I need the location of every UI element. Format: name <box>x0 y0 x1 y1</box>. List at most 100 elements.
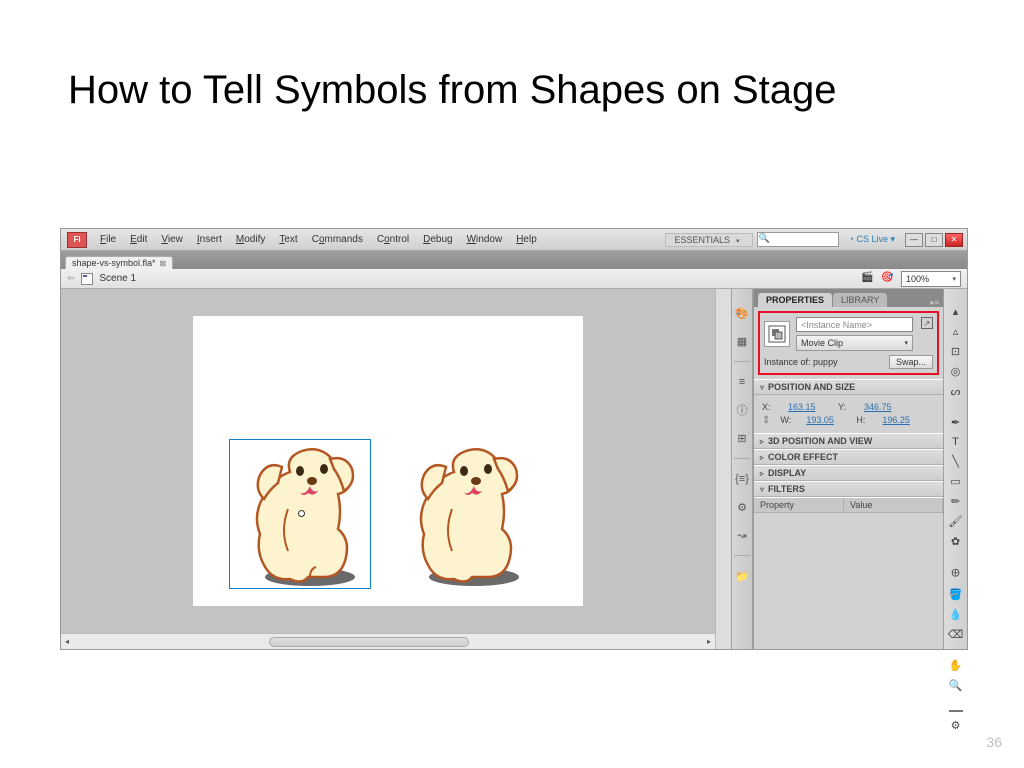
edit-symbols-icon[interactable]: 🎯 <box>881 272 895 286</box>
color-panel-icon[interactable]: 🎨 <box>734 305 750 321</box>
canvas[interactable] <box>193 316 583 606</box>
transform-origin-icon[interactable] <box>298 510 305 517</box>
deco-tool-icon[interactable]: ✿ <box>947 535 965 548</box>
puppy-shape[interactable] <box>393 439 535 589</box>
menu-file[interactable]: File <box>93 234 123 245</box>
text-tool-icon[interactable]: T <box>947 436 965 448</box>
menu-debug[interactable]: Debug <box>416 234 459 245</box>
close-tab-icon[interactable]: ⊠ <box>160 259 167 268</box>
stage-container <box>61 289 715 649</box>
search-input[interactable] <box>757 232 839 247</box>
tab-properties[interactable]: PROPERTIES <box>758 293 832 307</box>
menu-commands[interactable]: Commands <box>305 234 370 245</box>
section-display[interactable]: DISPLAY <box>754 465 943 481</box>
transform-panel-icon[interactable]: ⊞ <box>734 430 750 446</box>
hand-tool-icon[interactable]: ✋ <box>947 659 965 672</box>
cs-live-link[interactable]: ◔ CS Live ▾ <box>849 234 895 245</box>
symbol-type-dropdown[interactable]: Movie Clip <box>796 335 913 351</box>
menu-view[interactable]: View <box>154 234 190 245</box>
lock-aspect-icon[interactable]: ⇕ <box>762 415 770 426</box>
components-panel-icon[interactable]: ⚙ <box>734 499 750 515</box>
pencil-tool-icon[interactable]: ✏ <box>947 495 965 508</box>
eyedropper-tool-icon[interactable]: 💧 <box>947 608 965 621</box>
h-value[interactable]: 196.25 <box>882 415 926 426</box>
edit-symbol-icon[interactable]: ↗ <box>921 317 933 329</box>
back-arrow-icon[interactable]: ⇐ <box>67 273 75 284</box>
properties-panel: PROPERTIES LIBRARY ▸≡ <Instance Name> Mo… <box>753 289 943 649</box>
y-label: Y: <box>838 402 858 412</box>
info-panel-icon[interactable]: ⓘ <box>734 402 750 418</box>
options-icon[interactable]: ⚙ <box>947 719 965 732</box>
tools-panel: ▴ ▵ ⊡ ◎ ᔕ ✒ T ╲ ▭ ✏ 🖌 ✿ 𐀏 🪣 💧 ⌫ ✋ <box>943 289 967 649</box>
h-label: H: <box>856 415 876 426</box>
close-button[interactable]: ✕ <box>945 233 963 247</box>
section-color-effect[interactable]: COLOR EFFECT <box>754 449 943 465</box>
zoom-dropdown[interactable]: 100% <box>901 271 961 287</box>
stage-scrollbar-horizontal[interactable] <box>61 633 715 649</box>
brush-tool-icon[interactable]: 🖌 <box>947 515 965 528</box>
section-filters[interactable]: FILTERS <box>754 481 943 497</box>
pen-tool-icon[interactable]: ✒ <box>947 416 965 429</box>
scene-name[interactable]: Scene 1 <box>99 273 136 284</box>
menu-edit[interactable]: Edit <box>123 234 154 245</box>
free-transform-tool-icon[interactable]: ⊡ <box>947 345 965 358</box>
selection-tool-icon[interactable]: ▴ <box>947 305 965 318</box>
flash-app-window: Fl File Edit View Insert Modify Text Com… <box>60 228 968 650</box>
motion-presets-icon[interactable]: ↝ <box>734 527 750 543</box>
3d-rotation-tool-icon[interactable]: ◎ <box>947 365 965 378</box>
panel-tab-bar: PROPERTIES LIBRARY ▸≡ <box>754 289 943 307</box>
maximize-button[interactable]: □ <box>925 233 943 247</box>
bone-tool-icon[interactable]: 𐀏 <box>947 566 965 581</box>
menu-control[interactable]: Control <box>370 234 416 245</box>
scrollbar-thumb[interactable] <box>269 637 469 647</box>
zoom-tool-icon[interactable]: 🔍 <box>947 679 965 692</box>
menu-window[interactable]: Window <box>460 234 510 245</box>
tab-library[interactable]: LIBRARY <box>833 293 887 307</box>
swap-button[interactable]: Swap... <box>889 355 933 369</box>
x-value[interactable]: 163.15 <box>788 402 832 412</box>
filters-col-value: Value <box>844 498 943 512</box>
lasso-tool-icon[interactable]: ᔕ <box>947 385 965 398</box>
instance-info-highlight: <Instance Name> Movie Clip ↗ Instance of… <box>758 311 939 375</box>
edit-bar: ⇐ Scene 1 🎬 🎯 100% <box>61 269 967 289</box>
document-tab[interactable]: shape-vs-symbol.fla* ⊠ <box>65 256 173 269</box>
eraser-tool-icon[interactable]: ⌫ <box>947 628 965 641</box>
slide-title: How to Tell Symbols from Shapes on Stage <box>68 68 956 113</box>
y-value[interactable]: 346.75 <box>864 402 908 412</box>
menu-modify[interactable]: Modify <box>229 234 272 245</box>
fill-color-swatch[interactable] <box>949 710 963 712</box>
subselection-tool-icon[interactable]: ▵ <box>947 325 965 338</box>
swatches-panel-icon[interactable]: ▦ <box>734 333 750 349</box>
rectangle-tool-icon[interactable]: ▭ <box>947 475 965 488</box>
line-tool-icon[interactable]: ╲ <box>947 455 965 468</box>
stage[interactable] <box>61 289 715 633</box>
edit-scene-icon[interactable]: 🎬 <box>861 272 875 286</box>
minimize-button[interactable]: — <box>905 233 923 247</box>
menu-text[interactable]: Text <box>272 234 304 245</box>
w-value[interactable]: 193.05 <box>806 415 850 426</box>
position-size-body: X: 163.15 Y: 346.75 ⇕ W: 193.05 H: 196.2… <box>754 395 943 433</box>
selection-bounding-box <box>229 439 371 589</box>
filters-table-header: Property Value <box>754 497 943 513</box>
project-panel-icon[interactable]: 📁 <box>734 568 750 584</box>
code-snippets-icon[interactable]: {≡} <box>734 471 750 487</box>
movieclip-type-icon <box>764 321 790 347</box>
section-position-size[interactable]: POSITION AND SIZE <box>754 379 943 395</box>
paint-bucket-tool-icon[interactable]: 🪣 <box>947 588 965 601</box>
scene-icon <box>81 273 93 285</box>
instance-of-label: Instance of: puppy <box>764 357 838 367</box>
filters-col-property: Property <box>754 498 844 512</box>
document-tab-bar: shape-vs-symbol.fla* ⊠ <box>61 251 967 269</box>
instance-name-input[interactable]: <Instance Name> <box>796 317 913 332</box>
menu-help[interactable]: Help <box>509 234 544 245</box>
align-panel-icon[interactable]: ≡ <box>734 374 750 390</box>
panel-options-icon[interactable]: ▸≡ <box>926 298 943 307</box>
menu-insert[interactable]: Insert <box>190 234 229 245</box>
app-icon[interactable]: Fl <box>67 232 87 248</box>
workspace-switcher[interactable]: ESSENTIALS <box>665 233 752 247</box>
menu-bar: Fl File Edit View Insert Modify Text Com… <box>61 229 967 251</box>
document-tab-label: shape-vs-symbol.fla* <box>72 258 156 268</box>
section-3d-position[interactable]: 3D POSITION AND VIEW <box>754 433 943 449</box>
collapsed-panel-dock: 🎨 ▦ ≡ ⓘ ⊞ {≡} ⚙ ↝ 📁 <box>731 289 753 649</box>
stage-scrollbar-vertical[interactable] <box>715 289 731 649</box>
